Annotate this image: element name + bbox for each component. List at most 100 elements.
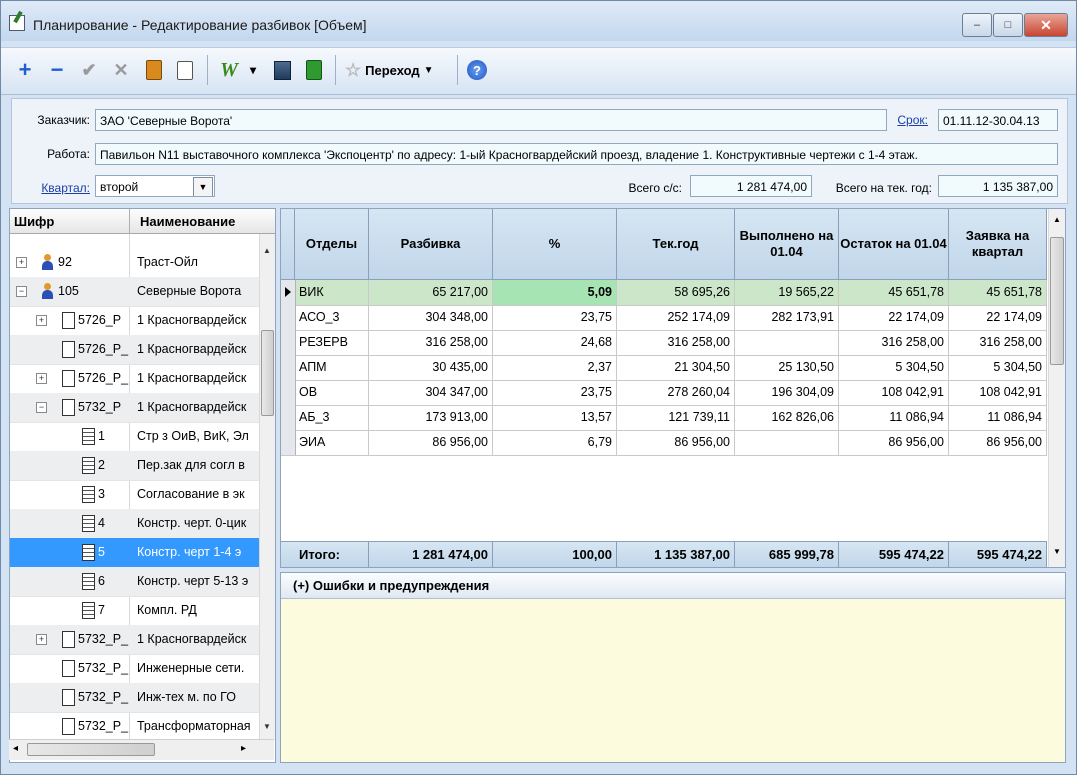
- grid-row[interactable]: АБ_3 173 913,00 13,57 121 739,11 162 826,06 1…: [281, 405, 1047, 431]
- grid-cell[interactable]: 86 956,00: [949, 430, 1047, 455]
- expand-icon[interactable]: +: [16, 257, 27, 268]
- grid-cell[interactable]: 30 435,00: [369, 355, 493, 380]
- print-button[interactable]: [271, 58, 293, 82]
- grid-cell[interactable]: 304 348,00: [369, 305, 493, 330]
- tree-row[interactable]: − 105 Северные Ворота: [10, 277, 259, 307]
- grid-cell[interactable]: 316 258,00: [617, 330, 735, 355]
- tree-row[interactable]: +92 Траст-Ойл: [10, 248, 259, 278]
- row-selector[interactable]: [281, 405, 296, 430]
- grid-cell[interactable]: АПМ: [295, 355, 369, 380]
- row-selector[interactable]: [281, 380, 296, 405]
- perehod-menu-button[interactable]: ☆ Переход ▼: [345, 58, 434, 82]
- customer-field[interactable]: ЗАО 'Северные Ворота': [95, 109, 887, 131]
- tree-vertical-scrollbar[interactable]: ▲ ▼: [259, 234, 275, 740]
- grid-cell[interactable]: РЕЗЕРВ: [295, 330, 369, 355]
- tree-row[interactable]: 5732_Р_ Инж-тех м. по ГО: [10, 683, 259, 713]
- minimize-button[interactable]: –: [962, 13, 992, 37]
- quarter-select[interactable]: второй ▼: [95, 175, 215, 197]
- grid-cell[interactable]: 196 304,09: [735, 380, 839, 405]
- grid-row[interactable]: РЕЗЕРВ 316 258,00 24,68 316 258,00 316 258,0…: [281, 330, 1047, 356]
- grid-cell[interactable]: 22 174,09: [949, 305, 1047, 330]
- grid-cell[interactable]: 6,79: [493, 430, 617, 455]
- tree-col-name[interactable]: Наименование: [140, 214, 235, 229]
- paste-button[interactable]: [145, 58, 163, 82]
- grid-cell[interactable]: 304 347,00: [369, 380, 493, 405]
- row-selector[interactable]: [281, 430, 296, 455]
- tree-horizontal-scrollbar[interactable]: ◂ ▸: [9, 739, 274, 760]
- grid-cell[interactable]: 11 086,94: [839, 405, 949, 430]
- grid-vertical-scrollbar[interactable]: ▲ ▼: [1048, 209, 1065, 567]
- grid-row[interactable]: ЭИА 86 956,00 6,79 86 956,00 86 956,00 86 956…: [281, 430, 1047, 456]
- grid-cell[interactable]: 21 304,50: [617, 355, 735, 380]
- grid-cell[interactable]: 65 217,00: [369, 280, 493, 305]
- grid-cell[interactable]: 86 956,00: [369, 430, 493, 455]
- grid-cell[interactable]: 23,75: [493, 305, 617, 330]
- grid-col-header[interactable]: Заявка на квартал: [949, 209, 1047, 279]
- row-selector[interactable]: [281, 305, 296, 330]
- scroll-thumb[interactable]: [27, 743, 155, 756]
- grid-cell[interactable]: 252 174,09: [617, 305, 735, 330]
- grid-col-header[interactable]: Выполнено на 01.04: [735, 209, 839, 279]
- term-label-link[interactable]: Срок:: [892, 113, 928, 127]
- scroll-right-icon[interactable]: ▸: [241, 743, 246, 754]
- term-field[interactable]: 01.11.12-30.04.13: [938, 109, 1058, 131]
- tree-row[interactable]: 7 Компл. РД: [10, 596, 259, 626]
- grid-cell[interactable]: 282 173,91: [735, 305, 839, 330]
- grid-row[interactable]: АПМ 30 435,00 2,37 21 304,50 25 130,50 5 304,…: [281, 355, 1047, 381]
- word-export-dropdown[interactable]: ▾: [247, 58, 259, 82]
- grid-cell[interactable]: ВИК: [295, 280, 369, 305]
- grid-row[interactable]: ОВ 304 347,00 23,75 278 260,04 196 304,09 108…: [281, 380, 1047, 406]
- remove-button[interactable]: −: [47, 57, 67, 82]
- grid-cell[interactable]: 45 651,78: [949, 280, 1047, 305]
- grid-cell[interactable]: 173 913,00: [369, 405, 493, 430]
- grid-cell[interactable]: 108 042,91: [839, 380, 949, 405]
- tree-row[interactable]: 5 Констр. черт 1-4 э: [10, 538, 259, 568]
- grid-cell[interactable]: 25 130,50: [735, 355, 839, 380]
- grid-col-header[interactable]: %: [493, 209, 617, 279]
- scroll-down-icon[interactable]: ▼: [263, 722, 271, 731]
- expand-icon[interactable]: +: [36, 315, 47, 326]
- grid-cell[interactable]: 22 174,09: [839, 305, 949, 330]
- find-button[interactable]: [175, 58, 195, 82]
- project-tree[interactable]: Шифр Наименование +92 Траст-Ойл − 105 Северн…: [9, 208, 276, 763]
- row-selector[interactable]: [281, 330, 296, 355]
- grid-cell[interactable]: 5 304,50: [839, 355, 949, 380]
- tree-row[interactable]: 6 Констр. черт 5-13 э: [10, 567, 259, 597]
- current-row-indicator[interactable]: [281, 280, 296, 305]
- grid-cell[interactable]: 278 260,04: [617, 380, 735, 405]
- scroll-up-icon[interactable]: ▲: [263, 246, 271, 255]
- collapse-icon[interactable]: −: [36, 402, 47, 413]
- grid-cell[interactable]: АБ_3: [295, 405, 369, 430]
- errors-header-toggle[interactable]: (+) Ошибки и предупреждения: [281, 573, 1065, 599]
- scroll-up-icon[interactable]: ▲: [1053, 215, 1061, 224]
- tree-col-code[interactable]: Шифр: [14, 214, 54, 229]
- tree-row[interactable]: +5726_Р 1 Красногвардейск: [10, 306, 259, 336]
- tree-row[interactable]: 2 Пер.зак для согл в: [10, 451, 259, 481]
- scroll-thumb[interactable]: [1050, 237, 1064, 365]
- grid-col-header[interactable]: Отделы: [295, 209, 369, 279]
- grid-cell[interactable]: [735, 430, 839, 455]
- breakdown-grid[interactable]: Отделы Разбивка% Тек.год Выполнено на 01.04…: [280, 208, 1066, 568]
- grid-cell[interactable]: 58 695,26: [617, 280, 735, 305]
- grid-cell[interactable]: 86 956,00: [617, 430, 735, 455]
- grid-cell[interactable]: 108 042,91: [949, 380, 1047, 405]
- quarter-label-link[interactable]: Квартал:: [12, 181, 90, 195]
- add-button[interactable]: +: [15, 57, 35, 82]
- grid-cell[interactable]: 2,37: [493, 355, 617, 380]
- grid-col-header[interactable]: Остаток на 01.04: [839, 209, 949, 279]
- refresh-button[interactable]: [303, 58, 325, 82]
- grid-cell[interactable]: 5 304,50: [949, 355, 1047, 380]
- tree-row[interactable]: 5726_Р_ 1 Красногвардейск: [10, 335, 259, 365]
- chevron-down-icon[interactable]: ▼: [193, 177, 213, 196]
- tree-row[interactable]: 3 Согласование в эк: [10, 480, 259, 510]
- help-button[interactable]: ?: [467, 60, 487, 80]
- grid-cell[interactable]: ЭИА: [295, 430, 369, 455]
- row-selector[interactable]: [281, 355, 296, 380]
- tree-row[interactable]: 5732_Р_ Трансформаторная: [10, 712, 259, 742]
- grid-cell[interactable]: 11 086,94: [949, 405, 1047, 430]
- maximize-button[interactable]: □: [993, 13, 1023, 37]
- grid-cell[interactable]: [735, 330, 839, 355]
- grid-col-header[interactable]: Разбивка: [369, 209, 493, 279]
- tree-row[interactable]: 1 Стр з ОиВ, ВиК, Эл: [10, 422, 259, 452]
- word-export-button[interactable]: W: [217, 58, 241, 82]
